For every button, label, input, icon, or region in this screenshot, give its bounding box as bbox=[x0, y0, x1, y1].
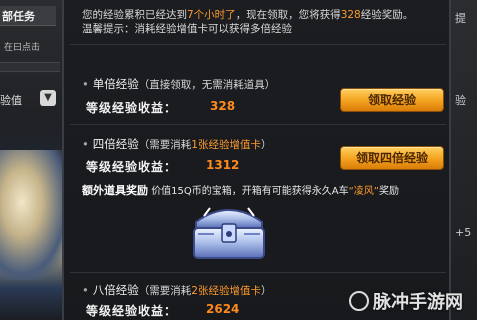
divider bbox=[70, 272, 446, 273]
right-label-3: +5 bbox=[455, 226, 472, 239]
intro-text: 您的经验累积已经达到7个小时了，现在领取，您将获得328经验奖励。 温馨提示：消… bbox=[82, 8, 422, 36]
treasure-chest-icon bbox=[193, 207, 265, 259]
extra-reward-car: “凌风” bbox=[348, 186, 379, 197]
task-tab[interactable]: 部任务 bbox=[0, 6, 56, 26]
extra-reward-label: 额外道具奖励 bbox=[82, 184, 148, 197]
intro-tip: 温馨提示：消耗经验增值卡可以获得多倍经验 bbox=[82, 23, 292, 35]
left-bar bbox=[0, 62, 60, 72]
option-quad-gain-label: 等级经验收益： bbox=[86, 160, 178, 174]
option-octa-sub-pre: （需要消耗 bbox=[138, 285, 192, 297]
option-quad-sub-post: ） bbox=[260, 139, 272, 151]
option-octa-sub-post: ） bbox=[260, 285, 272, 297]
xp-label: 验值 bbox=[0, 94, 22, 107]
character-art bbox=[0, 150, 70, 280]
option-quad-subtitle: （需要消耗1张经验增值卡） bbox=[139, 139, 272, 151]
right-label-1: 提 bbox=[455, 12, 466, 25]
option-quad-gain-value: 1312 bbox=[206, 158, 240, 172]
option-octa-sub-card: 2张经验增值卡 bbox=[191, 285, 261, 297]
divider bbox=[70, 44, 446, 45]
claim-single-button[interactable]: 领取经验 bbox=[340, 88, 444, 112]
option-quad-name: 四倍经验 bbox=[92, 137, 139, 151]
claim-quad-button[interactable]: 领取四倍经验 bbox=[340, 146, 444, 170]
watermark-logo-icon bbox=[349, 291, 369, 311]
bullet-icon: • bbox=[82, 137, 89, 151]
option-octa-title: • 八倍经验（需要消耗2张经验增值卡） bbox=[82, 282, 271, 298]
intro-post: 经验奖励。 bbox=[360, 9, 414, 21]
option-single-title: • 单倍经验（直接领取，无需消耗道具） bbox=[82, 76, 275, 92]
option-quad-sub-card: 1张经验增值卡 bbox=[191, 139, 261, 151]
background-left-panel: 部任务 在曰点击 验值 ▼ bbox=[0, 0, 70, 320]
option-octa-subtitle: （需要消耗2张经验增值卡） bbox=[139, 285, 272, 297]
option-octa-gain-label: 等级经验收益： bbox=[86, 304, 178, 318]
intro-exp: 328 bbox=[340, 9, 361, 21]
option-quad-title: • 四倍经验（需要消耗1张经验增值卡） bbox=[82, 136, 271, 152]
intro-pre: 您的经验累积已经达到 bbox=[82, 9, 187, 21]
right-label-2: 验 bbox=[455, 94, 466, 107]
option-single-name: 单倍经验 bbox=[92, 77, 139, 91]
extra-reward-suffix: 奖励 bbox=[379, 186, 399, 197]
watermark-text: 脉冲手游网 bbox=[373, 292, 463, 313]
experience-claim-dialog: 您的经验累积已经达到7个小时了，现在领取，您将获得328经验奖励。 温馨提示：消… bbox=[62, 0, 451, 320]
left-hint-text: 在曰点击 bbox=[4, 43, 41, 53]
chevron-down-icon[interactable]: ▼ bbox=[40, 90, 56, 106]
option-single-subtitle: （直接领取，无需消耗道具） bbox=[138, 79, 276, 91]
intro-mid: ，现在领取，您将获得 bbox=[235, 9, 341, 21]
background-right-panel: 提 验 +5 bbox=[451, 0, 477, 320]
bullet-icon: • bbox=[82, 283, 89, 297]
option-octa-name: 八倍经验 bbox=[92, 283, 139, 297]
option-single-gain-value: 328 bbox=[210, 99, 236, 113]
watermark: 脉冲手游网 bbox=[349, 288, 463, 314]
intro-hours: 7个小时了 bbox=[187, 9, 236, 21]
bullet-icon: • bbox=[82, 77, 89, 91]
option-octa-gain-value: 2624 bbox=[206, 302, 240, 316]
option-quad-sub-pre: （需要消耗 bbox=[138, 139, 192, 151]
divider bbox=[70, 124, 446, 125]
option-single-gain-label: 等级经验收益： bbox=[86, 101, 178, 115]
